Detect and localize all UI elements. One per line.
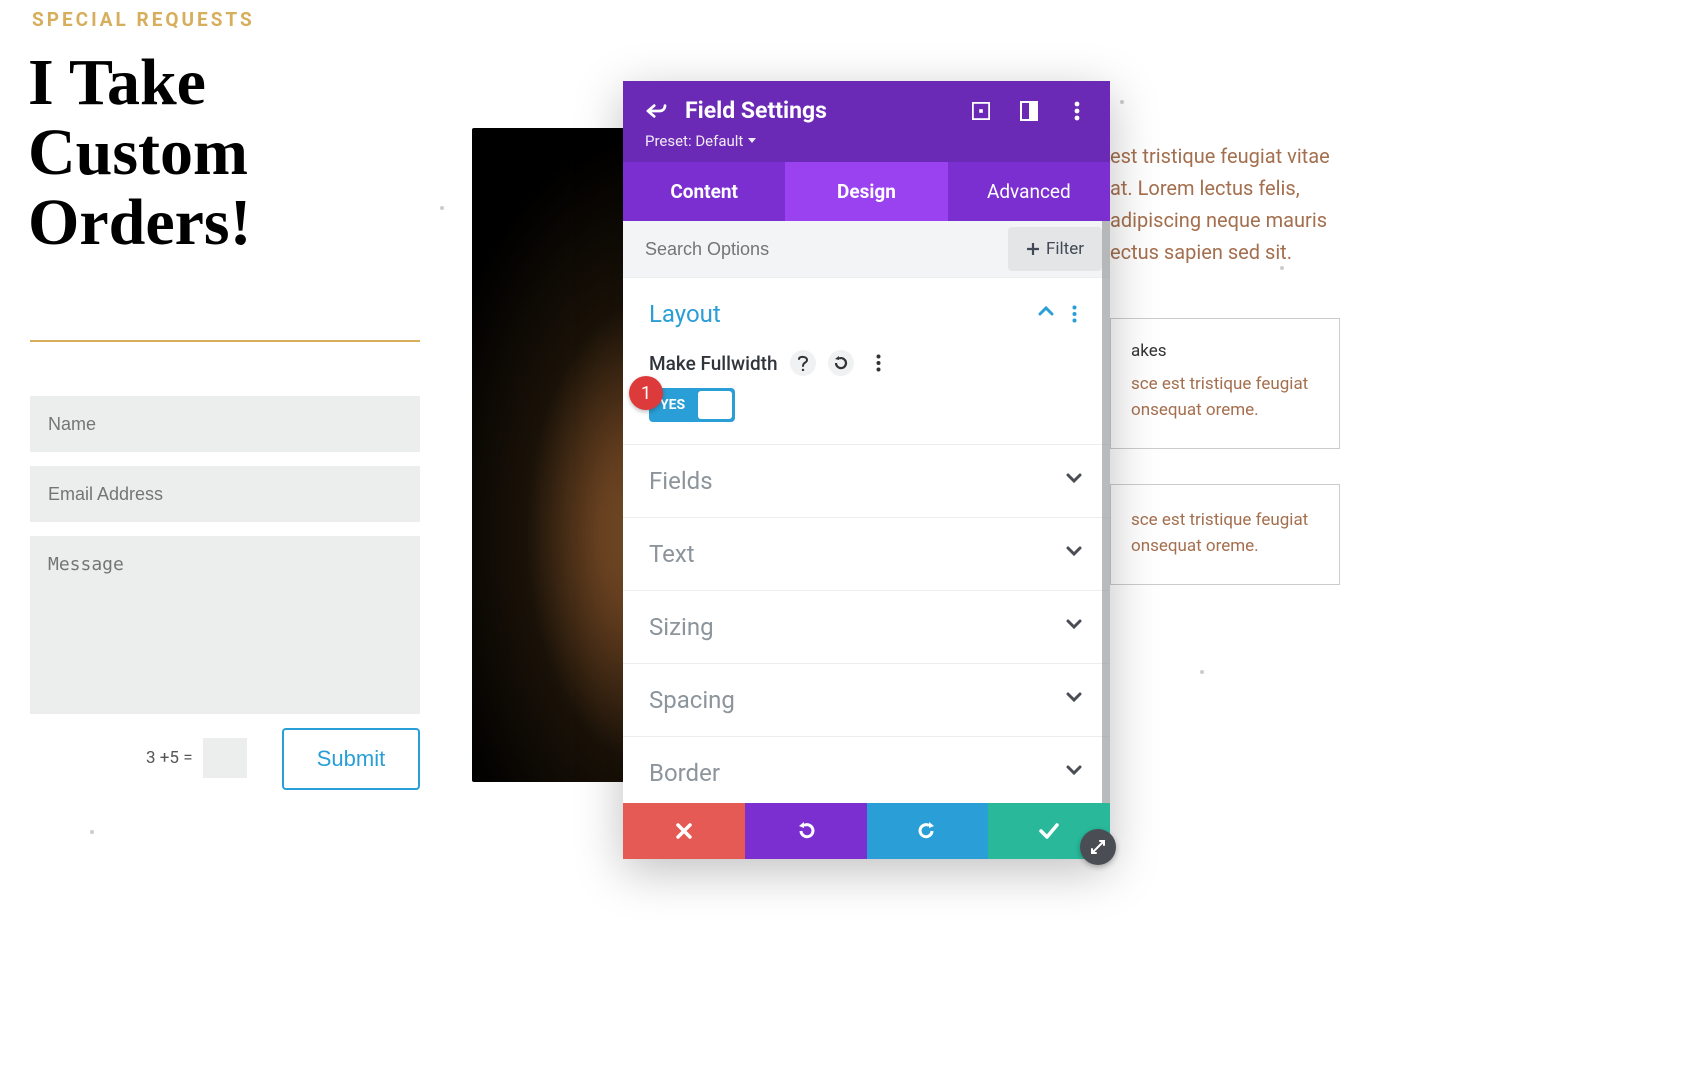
modal-scrollbar[interactable] xyxy=(1102,221,1110,803)
tab-design[interactable]: Design xyxy=(785,162,947,221)
chevron-down-icon xyxy=(1066,691,1084,709)
captcha-input[interactable] xyxy=(203,738,247,778)
section-fields: Fields xyxy=(623,444,1110,517)
email-field[interactable] xyxy=(30,466,420,522)
captcha-prompt: 3 +5 = xyxy=(146,748,193,768)
section-sizing: Sizing xyxy=(623,590,1110,663)
special-requests-eyebrow: SPECIAL REQUESTS xyxy=(32,8,255,31)
filter-label: Filter xyxy=(1046,239,1084,259)
section-text-header[interactable]: Text xyxy=(623,518,1110,590)
chevron-down-icon xyxy=(1066,472,1084,490)
section-layout-kebab-icon[interactable] xyxy=(1072,305,1084,323)
submit-button[interactable]: Submit xyxy=(282,728,420,790)
info-card-1: akes sce est tristique feugiat onsequat … xyxy=(1110,318,1340,449)
section-text: Text xyxy=(623,517,1110,590)
option-kebab-icon[interactable] xyxy=(866,350,892,376)
section-spacing: Spacing xyxy=(623,663,1110,736)
section-spacing-header[interactable]: Spacing xyxy=(623,664,1110,736)
portrait-icon[interactable] xyxy=(1018,100,1040,122)
modal-footer xyxy=(623,803,1110,859)
divider xyxy=(30,340,420,342)
section-fields-title: Fields xyxy=(649,467,1066,495)
section-layout-header[interactable]: Layout xyxy=(623,278,1110,350)
resize-handle[interactable] xyxy=(1080,829,1116,865)
kebab-menu-icon[interactable] xyxy=(1066,100,1088,122)
section-layout: Layout Make Fullwidth 1 YES xyxy=(623,277,1110,444)
field-settings-modal: Field Settings Preset: Default Content D… xyxy=(623,81,1110,859)
tab-advanced[interactable]: Advanced xyxy=(948,162,1110,221)
info-card-2: sce est tristique feugiat onsequat oreme… xyxy=(1110,484,1340,585)
name-field[interactable] xyxy=(30,396,420,452)
speck xyxy=(440,206,444,210)
speck xyxy=(90,830,94,834)
section-border-title: Border xyxy=(649,759,1066,787)
chevron-down-icon xyxy=(1066,764,1084,782)
card-1-body: sce est tristique feugiat onsequat oreme… xyxy=(1131,371,1319,424)
speck xyxy=(1200,670,1204,674)
reset-icon[interactable] xyxy=(828,350,854,376)
sections-list: Layout Make Fullwidth 1 YES xyxy=(623,277,1110,803)
section-fields-header[interactable]: Fields xyxy=(623,445,1110,517)
section-layout-title: Layout xyxy=(649,300,1038,328)
section-border: Border xyxy=(623,736,1110,803)
section-border-header[interactable]: Border xyxy=(623,737,1110,803)
redo-button[interactable] xyxy=(867,803,989,859)
modal-header: Field Settings Preset: Default xyxy=(623,81,1110,162)
chevron-down-icon xyxy=(1066,545,1084,563)
section-sizing-header[interactable]: Sizing xyxy=(623,591,1110,663)
page-headline: I Take Custom Orders! xyxy=(28,48,388,258)
right-paragraph: est tristique feugiat vitae at. Lorem le… xyxy=(1110,140,1350,268)
section-spacing-title: Spacing xyxy=(649,686,1066,714)
make-fullwidth-row: Make Fullwidth xyxy=(649,350,1084,376)
section-layout-body: Make Fullwidth 1 YES xyxy=(623,350,1110,444)
modal-tabs: Content Design Advanced xyxy=(623,162,1110,221)
speck xyxy=(1120,100,1124,104)
back-icon[interactable] xyxy=(645,100,667,122)
filter-button[interactable]: Filter xyxy=(1008,227,1102,271)
search-options-input[interactable] xyxy=(623,223,1008,276)
card-2-body: sce est tristique feugiat onsequat oreme… xyxy=(1131,507,1319,560)
tab-content[interactable]: Content xyxy=(623,162,785,221)
preset-label: Preset: Default xyxy=(645,132,743,150)
chevron-down-icon xyxy=(1066,618,1084,636)
section-text-title: Text xyxy=(649,540,1066,568)
step-badge-1: 1 xyxy=(629,376,663,410)
toggle-knob xyxy=(698,391,732,419)
card-1-title: akes xyxy=(1131,341,1319,361)
search-options-row: Filter xyxy=(623,221,1110,277)
undo-button[interactable] xyxy=(745,803,867,859)
cancel-button[interactable] xyxy=(623,803,745,859)
section-sizing-title: Sizing xyxy=(649,613,1066,641)
speck xyxy=(1280,266,1284,270)
preset-selector[interactable]: Preset: Default xyxy=(645,132,1088,150)
help-icon[interactable] xyxy=(790,350,816,376)
expand-icon[interactable] xyxy=(970,100,992,122)
make-fullwidth-label: Make Fullwidth xyxy=(649,352,778,375)
chevron-up-icon xyxy=(1038,305,1056,323)
captcha-row: 3 +5 = xyxy=(146,738,247,778)
message-field[interactable] xyxy=(30,536,420,714)
modal-title: Field Settings xyxy=(685,97,827,124)
